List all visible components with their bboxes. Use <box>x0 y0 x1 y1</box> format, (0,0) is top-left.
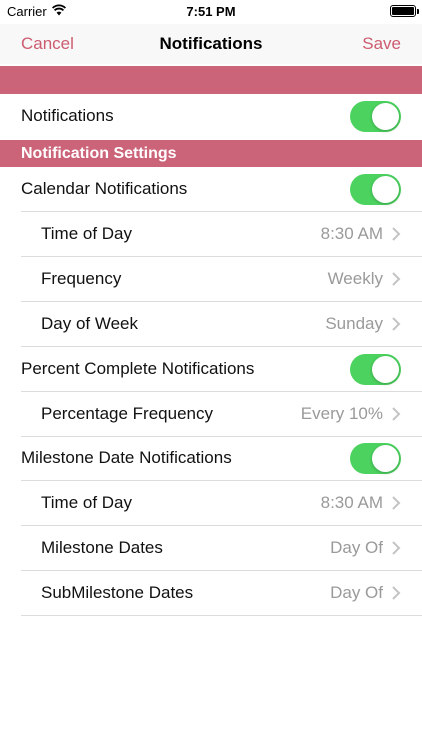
calendar-time-of-day-label: Time of Day <box>41 224 133 243</box>
submilestone-dates-value: Day Of <box>330 583 383 602</box>
calendar-time-of-day-value: 8:30 AM <box>320 224 383 243</box>
calendar-frequency-label: Frequency <box>41 269 122 288</box>
notifications-label: Notifications <box>21 106 114 125</box>
milestone-time-of-day-value: 8:30 AM <box>320 493 383 512</box>
page-title: Notifications <box>159 34 263 53</box>
milestone-date-notifications-row: Milestone Date Notifications <box>0 436 422 481</box>
section-header-label: Notification Settings <box>21 145 177 162</box>
milestone-dates-value: Day Of <box>330 538 383 557</box>
section-spacer-band <box>0 66 422 94</box>
percent-complete-notifications-toggle[interactable] <box>350 354 401 385</box>
status-bar: Carrier 7:51 PM <box>0 0 422 24</box>
milestone-date-notifications-label: Milestone Date Notifications <box>21 448 232 467</box>
calendar-notifications-toggle[interactable] <box>350 174 401 205</box>
calendar-notifications-label: Calendar Notifications <box>21 179 188 198</box>
navigation-bar: Cancel Notifications Save <box>0 24 422 64</box>
separator <box>21 615 422 616</box>
percent-complete-notifications-row: Percent Complete Notifications <box>0 347 422 392</box>
milestone-time-of-day-label: Time of Day <box>41 493 133 512</box>
chevron-right-icon <box>392 272 401 286</box>
section-header: Notification Settings <box>0 140 422 167</box>
percent-complete-notifications-label: Percent Complete Notifications <box>21 359 255 378</box>
milestone-time-of-day-row[interactable]: Time of Day 8:30 AM <box>0 481 422 526</box>
submilestone-dates-label: SubMilestone Dates <box>41 583 194 602</box>
notifications-toggle-row: Notifications <box>0 94 422 139</box>
percentage-frequency-label: Percentage Frequency <box>41 404 213 423</box>
submilestone-dates-row[interactable]: SubMilestone Dates Day Of <box>0 571 422 616</box>
calendar-day-of-week-label: Day of Week <box>41 314 139 333</box>
calendar-day-of-week-value: Sunday <box>325 314 383 333</box>
chevron-right-icon <box>392 227 401 241</box>
notifications-toggle[interactable] <box>350 101 401 132</box>
chevron-right-icon <box>392 407 401 421</box>
status-time: 7:51 PM <box>186 4 236 19</box>
calendar-time-of-day-row[interactable]: Time of Day 8:30 AM <box>0 212 422 257</box>
save-button[interactable]: Save <box>362 34 401 54</box>
calendar-frequency-value: Weekly <box>327 269 383 288</box>
calendar-day-of-week-row[interactable]: Day of Week Sunday <box>0 302 422 347</box>
milestone-date-notifications-toggle[interactable] <box>350 443 401 474</box>
milestone-dates-label: Milestone Dates <box>41 538 163 557</box>
battery-icon <box>390 5 416 17</box>
battery-tip <box>417 9 419 14</box>
calendar-notifications-row: Calendar Notifications <box>0 167 422 212</box>
chevron-right-icon <box>392 317 401 331</box>
chevron-right-icon <box>392 541 401 555</box>
chevron-right-icon <box>392 496 401 510</box>
percentage-frequency-row[interactable]: Percentage Frequency Every 10% <box>0 392 422 437</box>
chevron-right-icon <box>392 586 401 600</box>
milestone-dates-row[interactable]: Milestone Dates Day Of <box>0 526 422 571</box>
calendar-frequency-row[interactable]: Frequency Weekly <box>0 257 422 302</box>
percentage-frequency-value: Every 10% <box>300 404 383 423</box>
